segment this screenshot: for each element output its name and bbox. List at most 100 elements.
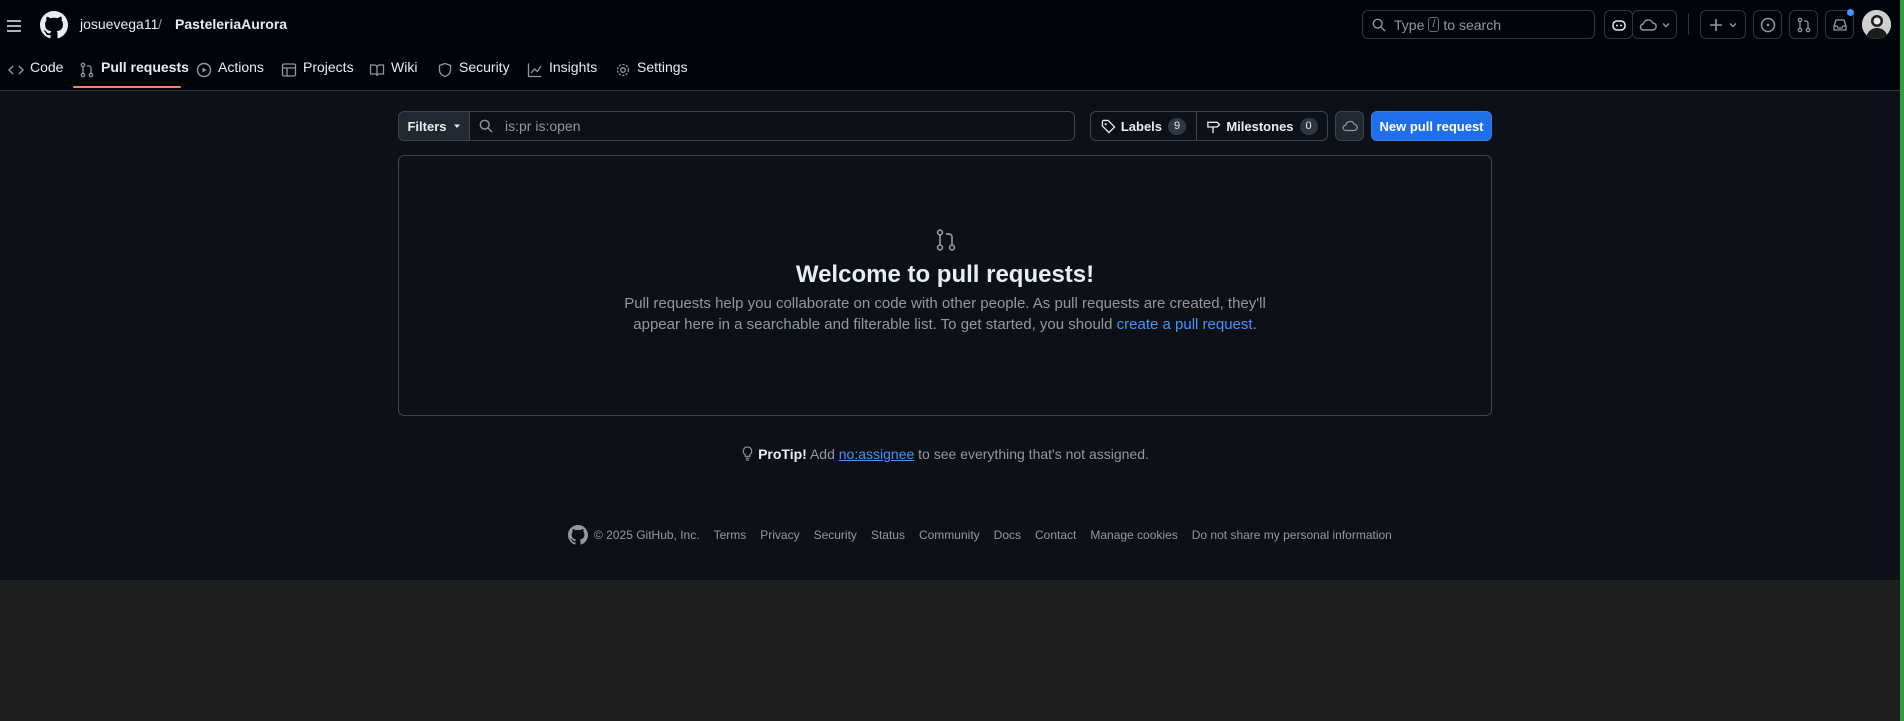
play-icon xyxy=(196,62,212,78)
search-icon xyxy=(1372,18,1386,32)
menu-button[interactable] xyxy=(0,12,28,40)
notification-dot xyxy=(1847,9,1854,16)
footer-link-community[interactable]: Community xyxy=(919,528,980,542)
create-pull-request-link[interactable]: create a pull request xyxy=(1117,316,1253,333)
codespaces-button[interactable] xyxy=(1335,111,1364,141)
milestone-icon xyxy=(1207,121,1221,133)
search-shortcut-key: / xyxy=(1428,17,1440,32)
pull-requests-button[interactable] xyxy=(1789,10,1818,39)
tab-settings-label: Settings xyxy=(637,59,688,75)
code-icon xyxy=(8,65,24,75)
copilot-button[interactable] xyxy=(1604,10,1633,39)
copilot-menu-button[interactable] xyxy=(1632,10,1677,39)
breadcrumb-owner[interactable]: josuevega11 xyxy=(80,16,158,32)
milestones-button[interactable]: Milestones 0 xyxy=(1196,111,1328,141)
footer-link-manage-cookies[interactable]: Manage cookies xyxy=(1090,528,1177,542)
git-pull-request-icon xyxy=(936,229,956,251)
blankslate-title: Welcome to pull requests! xyxy=(795,261,1095,288)
window-edge-accent xyxy=(1900,0,1904,721)
tab-insights[interactable]: Insights xyxy=(527,59,597,93)
tab-code[interactable]: Code xyxy=(8,59,63,93)
protip: ProTip! Add no:assignee to see everythin… xyxy=(0,446,1890,462)
caret-down-icon xyxy=(453,124,460,128)
tag-icon xyxy=(1101,119,1116,134)
labels-label: Labels xyxy=(1120,118,1163,134)
new-pull-request-button[interactable]: New pull request xyxy=(1371,111,1492,141)
gear-icon xyxy=(616,63,630,77)
tab-insights-label: Insights xyxy=(549,59,598,75)
book-icon xyxy=(369,64,385,77)
footer: © 2025 GitHub, Inc. Terms Privacy Securi… xyxy=(568,525,1406,545)
footer-copyright: © 2025 GitHub, Inc. xyxy=(594,528,700,542)
active-tab-indicator xyxy=(73,86,181,88)
footer-link-docs[interactable]: Docs xyxy=(994,528,1021,542)
tab-actions-label: Actions xyxy=(218,59,264,75)
cloud-icon xyxy=(1639,18,1657,31)
git-pull-request-icon xyxy=(1797,17,1810,32)
no-assignee-link[interactable]: no:assignee xyxy=(839,446,915,462)
labels-button[interactable]: Labels 9 xyxy=(1090,111,1197,141)
issues-button[interactable] xyxy=(1753,10,1782,39)
tab-settings[interactable]: Settings xyxy=(615,59,688,93)
github-mark-icon[interactable] xyxy=(568,525,588,545)
global-search-input[interactable]: Type / to search xyxy=(1362,10,1595,39)
footer-link-terms[interactable]: Terms xyxy=(714,528,747,542)
blankslate-line-2-text: appear here in a searchable and filterab… xyxy=(633,316,1117,333)
footer-link-do-not-share[interactable]: Do not share my personal information xyxy=(1192,528,1392,542)
blankslate-description: Pull requests help you collaborate on co… xyxy=(399,293,1491,335)
search-prefix: Type xyxy=(1394,16,1425,33)
github-logo[interactable] xyxy=(40,11,68,42)
footer-link-status[interactable]: Status xyxy=(871,528,905,542)
tab-pull-requests-label: Pull requests xyxy=(101,59,189,75)
tab-wiki[interactable]: Wiki xyxy=(369,59,417,93)
footer-link-security[interactable]: Security xyxy=(814,528,857,542)
milestones-count: 0 xyxy=(1299,117,1318,135)
github-mark-icon xyxy=(40,11,68,39)
tab-code-label: Code xyxy=(30,59,64,75)
copilot-icon xyxy=(1611,19,1626,31)
chevron-down-icon xyxy=(1662,22,1670,27)
blankslate-line-2-end: . xyxy=(1252,316,1257,333)
hamburger-icon xyxy=(7,20,21,32)
global-header: josuevega11 / PasteleriaAurora Type / to… xyxy=(0,0,1900,91)
filters-button[interactable]: Filters xyxy=(398,111,470,141)
footer-link-privacy[interactable]: Privacy xyxy=(760,528,799,542)
graph-icon xyxy=(527,63,542,78)
issue-opened-icon xyxy=(1760,17,1775,32)
create-new-button[interactable] xyxy=(1700,10,1746,39)
plus-icon xyxy=(1710,18,1722,31)
git-pull-request-icon xyxy=(80,62,94,78)
inbox-icon xyxy=(1832,18,1847,31)
filters-label: Filters xyxy=(407,118,447,134)
footer-link-contact[interactable]: Contact xyxy=(1035,528,1076,542)
filter-search-field[interactable] xyxy=(469,111,1075,141)
breadcrumb-repo[interactable]: PasteleriaAurora xyxy=(175,16,287,32)
avatar[interactable] xyxy=(1862,10,1891,39)
shield-icon xyxy=(438,62,452,78)
search-suffix: to search xyxy=(1443,16,1502,33)
avatar-image-icon xyxy=(1862,10,1891,39)
protip-suffix: to see everything that's not assigned. xyxy=(914,446,1149,462)
pull-requests-blankslate: Welcome to pull requests! Pull requests … xyxy=(398,155,1492,416)
app-window: josuevega11 / PasteleriaAurora Type / to… xyxy=(0,0,1900,580)
protip-prefix: Add xyxy=(806,446,839,462)
blankslate-line-2: appear here in a searchable and filterab… xyxy=(399,314,1491,335)
tab-projects-label: Projects xyxy=(303,59,354,75)
search-icon xyxy=(479,119,493,133)
breadcrumb-separator: / xyxy=(158,16,162,32)
labels-count: 9 xyxy=(1168,117,1187,135)
table-icon xyxy=(281,63,297,77)
cloud-icon xyxy=(1342,120,1358,132)
tab-projects[interactable]: Projects xyxy=(281,59,354,93)
light-bulb-icon xyxy=(742,446,753,461)
tab-wiki-label: Wiki xyxy=(391,59,418,75)
filter-search-input[interactable] xyxy=(503,117,1047,135)
blankslate-line-1: Pull requests help you collaborate on co… xyxy=(624,295,1266,312)
tab-security-label: Security xyxy=(459,59,510,75)
new-pull-request-label: New pull request xyxy=(1379,118,1484,134)
tab-actions[interactable]: Actions xyxy=(196,59,264,93)
tab-security[interactable]: Security xyxy=(437,59,510,93)
chevron-down-icon xyxy=(1729,22,1737,27)
milestones-label: Milestones xyxy=(1226,118,1294,134)
header-divider xyxy=(1688,14,1689,35)
